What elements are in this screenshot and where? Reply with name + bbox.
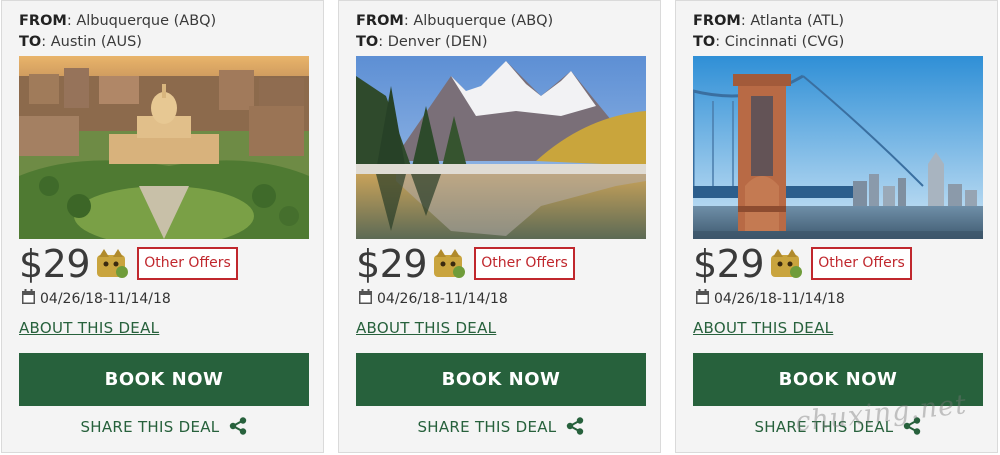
deal-card: FROM: Albuquerque (ABQ) TO: Denver (DEN) — [338, 0, 661, 453]
mascot-icon — [97, 249, 128, 278]
to-label: TO — [19, 34, 42, 50]
about-this-deal-link[interactable]: ABOUT THIS DEAL — [19, 319, 159, 337]
route-info: FROM: Albuquerque (ABQ) TO: Denver (DEN) — [356, 13, 554, 50]
from-label: FROM — [693, 13, 741, 29]
origin-city: Albuquerque (ABQ) — [76, 13, 217, 29]
austin-capitol-photo — [19, 56, 309, 239]
destination-photo[interactable] — [356, 56, 646, 239]
share-icon — [566, 417, 583, 435]
from-label: FROM — [356, 13, 404, 29]
share-icon — [229, 417, 246, 435]
from-label: FROM — [19, 13, 67, 29]
price: $29 — [693, 242, 765, 286]
share-label: SHARE THIS DEAL — [80, 418, 220, 436]
book-now-button[interactable]: BOOK NOW — [356, 353, 646, 406]
mascot-icon — [434, 249, 465, 278]
share-label: SHARE THIS DEAL — [754, 418, 894, 436]
share-this-deal-link[interactable]: SHARE THIS DEAL — [676, 417, 999, 436]
origin-city: Atlanta (ATL) — [750, 13, 845, 29]
denver-mountains-photo — [356, 56, 646, 239]
about-this-deal-link[interactable]: ABOUT THIS DEAL — [356, 319, 496, 337]
mascot-icon — [771, 249, 802, 278]
book-now-button[interactable]: BOOK NOW — [693, 353, 983, 406]
date-range-text: 04/26/18-11/14/18 — [40, 291, 171, 307]
book-now-button[interactable]: BOOK NOW — [19, 353, 309, 406]
cincinnati-bridge-photo — [693, 56, 983, 239]
share-label: SHARE THIS DEAL — [417, 418, 557, 436]
about-this-deal-link[interactable]: ABOUT THIS DEAL — [693, 319, 833, 337]
share-icon — [903, 417, 920, 435]
to-label: TO — [693, 34, 716, 50]
calendar-icon — [696, 289, 709, 304]
other-offers-button[interactable]: Other Offers — [474, 247, 575, 280]
destination-city: Denver (DEN) — [387, 34, 488, 50]
destination-photo[interactable] — [19, 56, 309, 239]
destination-city: Austin (AUS) — [50, 34, 142, 50]
route-info: FROM: Albuquerque (ABQ) TO: Austin (AUS) — [19, 13, 217, 50]
other-offers-button[interactable]: Other Offers — [811, 247, 912, 280]
destination-photo[interactable] — [693, 56, 983, 239]
deal-card: FROM: Albuquerque (ABQ) TO: Austin (AUS) — [1, 0, 324, 453]
other-offers-button[interactable]: Other Offers — [137, 247, 238, 280]
calendar-icon — [359, 289, 372, 304]
price: $29 — [19, 242, 91, 286]
date-range: 04/26/18-11/14/18 — [695, 289, 845, 309]
to-label: TO — [356, 34, 379, 50]
price: $29 — [356, 242, 428, 286]
date-range-text: 04/26/18-11/14/18 — [714, 291, 845, 307]
route-info: FROM: Atlanta (ATL) TO: Cincinnati (CVG) — [693, 13, 845, 50]
calendar-icon — [22, 289, 35, 304]
deal-card: FROM: Atlanta (ATL) TO: Cincinnati (CVG) — [675, 0, 998, 453]
date-range: 04/26/18-11/14/18 — [358, 289, 508, 309]
share-this-deal-link[interactable]: SHARE THIS DEAL — [2, 417, 325, 436]
destination-city: Cincinnati (CVG) — [724, 34, 845, 50]
share-this-deal-link[interactable]: SHARE THIS DEAL — [339, 417, 662, 436]
date-range: 04/26/18-11/14/18 — [21, 289, 171, 309]
date-range-text: 04/26/18-11/14/18 — [377, 291, 508, 307]
origin-city: Albuquerque (ABQ) — [413, 13, 554, 29]
